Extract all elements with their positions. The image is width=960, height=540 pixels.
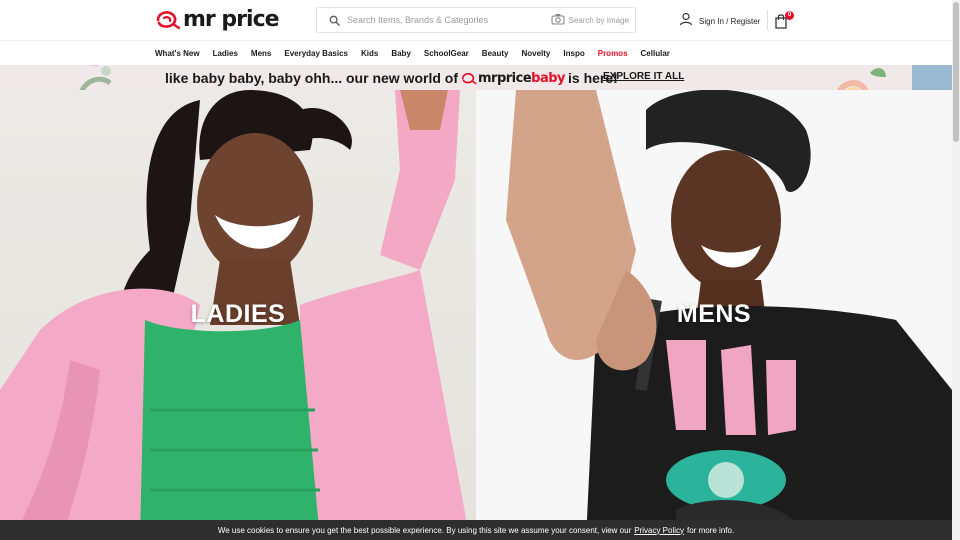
brand-mrprice-text: mrprice (478, 70, 532, 86)
mr-price-baby-brand: mrprice baby (461, 70, 566, 86)
mr-price-logo-icon (156, 11, 181, 30)
search-bar: Search by Image (316, 7, 636, 33)
mr-price-logo[interactable]: mr price (155, 7, 280, 32)
camera-icon (550, 13, 565, 27)
logo-text: mr price (183, 7, 280, 32)
nav-item-whats-new[interactable]: What's New (155, 49, 200, 58)
mens-label[interactable]: MENS (476, 300, 952, 329)
nav-item-kids[interactable]: Kids (361, 49, 378, 58)
close-icon[interactable]: × (928, 4, 940, 16)
cart-count-badge: 0 (785, 11, 794, 20)
nav-item-schoolgear[interactable]: SchoolGear (424, 49, 469, 58)
site-header: mr price Search by Image Sign In / Regis… (0, 0, 952, 40)
nav-item-cellular[interactable]: Cellular (641, 49, 670, 58)
nav-item-promos[interactable]: Promos (598, 49, 628, 58)
nav-item-everyday-basics[interactable]: Everyday Basics (284, 49, 348, 58)
nav-item-beauty[interactable]: Beauty (482, 49, 509, 58)
privacy-policy-link[interactable]: Privacy Policy (634, 526, 684, 535)
explore-it-all-link[interactable]: EXPLORE IT ALL (603, 71, 684, 82)
banner-text-before: like baby baby, baby ohh... our new worl… (165, 70, 458, 86)
header-divider (767, 10, 768, 30)
sign-in-label: Sign In / Register (699, 16, 761, 26)
cookie-text-before: We use cookies to ensure you get the bes… (217, 525, 632, 535)
ladies-label[interactable]: LADIES (0, 300, 476, 329)
nav-item-inspo[interactable]: Inspo (563, 49, 584, 58)
page-scrollbar-thumb[interactable] (953, 2, 959, 142)
search-by-image-button[interactable]: Search by Image (550, 8, 629, 32)
sign-in-register-link[interactable]: Sign In / Register (679, 12, 760, 28)
search-icon[interactable] (323, 15, 345, 26)
cookie-text-after: for more info. (687, 525, 735, 535)
nav-item-baby[interactable]: Baby (391, 49, 411, 58)
banner-decoration-left (79, 65, 112, 90)
nav-item-ladies[interactable]: Ladies (213, 49, 238, 58)
hero-ladies-panel[interactable]: LADIES (0, 90, 476, 540)
mr-price-logo-icon (461, 72, 477, 84)
hero-mens-panel[interactable]: MENS (476, 90, 952, 540)
search-by-image-label: Search by Image (568, 15, 629, 25)
promo-banner[interactable]: like baby baby, baby ohh... our new worl… (0, 65, 952, 90)
search-input[interactable] (347, 15, 547, 25)
nav-item-mens[interactable]: Mens (251, 49, 271, 58)
user-icon (679, 12, 693, 28)
brand-baby-text: baby (531, 70, 566, 86)
promo-banner-text: like baby baby, baby ohh... our new worl… (165, 69, 618, 87)
main-nav: What's New Ladies Mens Everyday Basics K… (0, 40, 952, 65)
nav-item-novelty[interactable]: Novelty (521, 49, 550, 58)
cookie-consent-bar: We use cookies to ensure you get the bes… (0, 520, 952, 540)
banner-decoration-right (837, 65, 952, 90)
